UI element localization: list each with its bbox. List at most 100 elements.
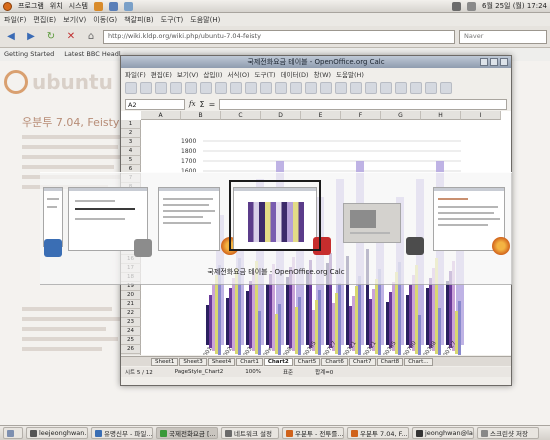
print-preview-icon[interactable] — [230, 82, 242, 94]
switcher-thumb-nautilus[interactable] — [43, 187, 63, 247]
navigator-icon[interactable] — [425, 82, 437, 94]
row-header[interactable]: 27 — [121, 354, 141, 355]
new-document-icon[interactable] — [125, 82, 137, 94]
panel-menu-system[interactable]: 시스템 — [69, 1, 88, 11]
browser-menu-go[interactable]: 이동(G) — [93, 15, 117, 25]
row-header[interactable]: 20 — [121, 291, 141, 300]
row-header[interactable]: 3 — [121, 138, 141, 147]
row-header[interactable]: 2 — [121, 129, 141, 138]
calc-menu-view[interactable]: 보기(V) — [177, 69, 198, 79]
firefox-launcher-icon[interactable] — [93, 1, 103, 11]
minimize-icon[interactable] — [480, 58, 488, 66]
row-header[interactable]: 24 — [121, 327, 141, 336]
column-header[interactable]: C — [221, 111, 261, 120]
name-box[interactable]: A2 — [125, 98, 185, 110]
edit-file-icon[interactable] — [185, 82, 197, 94]
panel-clock[interactable]: 6월 25일 (월) 17:24 — [482, 1, 547, 11]
calc-menu-edit[interactable]: 편집(E) — [151, 69, 172, 79]
maximize-icon[interactable] — [490, 58, 498, 66]
export-pdf-icon[interactable] — [200, 82, 212, 94]
sort-ascending-icon[interactable] — [350, 82, 362, 94]
function-equals-icon[interactable]: = — [209, 100, 216, 109]
calc-menu-file[interactable]: 파일(F) — [125, 69, 146, 79]
browser-menu-bookmarks[interactable]: 책갈피(B) — [124, 15, 154, 25]
taskbar-item[interactable]: jeonghwan@la... — [412, 427, 474, 439]
sheet-tab[interactable]: Chart5 — [293, 357, 321, 366]
sheet-tab[interactable]: Chart7 — [348, 357, 376, 366]
find-icon[interactable] — [410, 82, 422, 94]
row-header[interactable]: 21 — [121, 300, 141, 309]
print-icon[interactable] — [215, 82, 227, 94]
back-arrow-icon[interactable]: ◀ — [3, 29, 19, 45]
sort-descending-icon[interactable] — [365, 82, 377, 94]
row-header[interactable]: 5 — [121, 156, 141, 165]
search-input[interactable]: Naver — [459, 29, 547, 44]
article-title[interactable]: 우분투 7.04, Feisty F — [22, 114, 129, 130]
calc-menu-tools[interactable]: 도구(T) — [255, 69, 276, 79]
calc-menu-help[interactable]: 도움말(H) — [336, 69, 364, 79]
browser-menu-view[interactable]: 보기(V) — [63, 15, 86, 25]
redo-icon[interactable] — [320, 82, 332, 94]
row-header[interactable]: 23 — [121, 318, 141, 327]
calc-titlebar[interactable]: 국제전화요금 테이블 - OpenOffice.org Calc — [121, 56, 511, 68]
switcher-thumb-textdoc[interactable] — [158, 187, 220, 251]
browser-menu-tools[interactable]: 도구(T) — [161, 15, 184, 25]
show-desktop-button[interactable] — [3, 427, 23, 439]
spellcheck-icon[interactable] — [245, 82, 257, 94]
sheet-tab[interactable]: Chart8 — [376, 357, 404, 366]
browser-menu-edit[interactable]: 편집(E) — [33, 15, 56, 25]
panel-menu-places[interactable]: 위치 — [50, 1, 63, 11]
taskbar-item[interactable]: leejeonghwan... — [26, 427, 88, 439]
paste-icon[interactable] — [290, 82, 302, 94]
row-header[interactable]: 26 — [121, 345, 141, 354]
chart-icon[interactable] — [380, 82, 392, 94]
save-icon[interactable] — [155, 82, 167, 94]
sheet-tab[interactable]: Sheet1 — [151, 357, 179, 366]
calc-menu-window[interactable]: 창(W) — [314, 69, 331, 79]
undo-icon[interactable] — [305, 82, 317, 94]
column-header[interactable]: D — [261, 111, 301, 120]
taskbar-item[interactable]: 스크린샷 저장 — [477, 427, 539, 439]
sum-icon[interactable]: Σ — [200, 100, 205, 109]
column-header[interactable]: H — [421, 111, 461, 120]
column-header[interactable]: I — [461, 111, 501, 120]
switcher-thumb-screenshot[interactable] — [343, 203, 401, 243]
row-header[interactable]: 22 — [121, 309, 141, 318]
column-header[interactable]: G — [381, 111, 421, 120]
taskbar-item[interactable]: 우분투 - 전투를... — [282, 427, 344, 439]
copy-icon[interactable] — [275, 82, 287, 94]
help-launcher-icon[interactable] — [123, 1, 133, 11]
formula-input[interactable] — [219, 98, 507, 110]
forward-arrow-icon[interactable]: ▶ — [23, 29, 39, 45]
calc-menu-data[interactable]: 데이터(D) — [281, 69, 309, 79]
close-icon[interactable] — [500, 58, 508, 66]
status-zoom[interactable]: 100% — [245, 369, 261, 375]
mail-launcher-icon[interactable] — [108, 1, 118, 11]
sheet-tab[interactable]: Sheet3 — [179, 357, 207, 366]
ubuntu-logo-icon[interactable] — [3, 1, 12, 11]
taskbar-item[interactable]: 유명신부 - 파일... — [91, 427, 153, 439]
column-header[interactable]: A — [141, 111, 181, 120]
network-icon[interactable] — [452, 1, 461, 11]
taskbar-item[interactable]: 네트워크 설정 — [221, 427, 279, 439]
cut-icon[interactable] — [260, 82, 272, 94]
browser-menu-file[interactable]: 파일(F) — [4, 15, 26, 25]
bookmark-getting-started[interactable]: Getting Started — [4, 50, 54, 58]
column-header[interactable]: F — [341, 111, 381, 120]
sheet-tab[interactable]: Chart... — [404, 357, 433, 366]
row-header[interactable]: 4 — [121, 147, 141, 156]
home-icon[interactable]: ⌂ — [83, 29, 99, 45]
column-header[interactable]: E — [301, 111, 341, 120]
url-input[interactable]: http://wiki.kldp.org/wiki.php/ubuntu-7.0… — [103, 29, 455, 44]
taskbar-item[interactable]: 우분투 7.04, F... — [347, 427, 409, 439]
gallery-icon[interactable] — [440, 82, 452, 94]
sheet-tab[interactable]: Chart2 — [263, 357, 293, 366]
draw-functions-icon[interactable] — [395, 82, 407, 94]
function-wizard-icon[interactable]: fx — [189, 100, 196, 108]
column-header[interactable]: B — [181, 111, 221, 120]
row-header[interactable]: 25 — [121, 336, 141, 345]
sheet-tab[interactable]: Chart6 — [321, 357, 348, 366]
panel-menu-applications[interactable]: 프로그램 — [18, 1, 44, 11]
volume-icon[interactable] — [467, 1, 476, 11]
sheet-tab[interactable]: Sheet4 — [207, 357, 236, 366]
